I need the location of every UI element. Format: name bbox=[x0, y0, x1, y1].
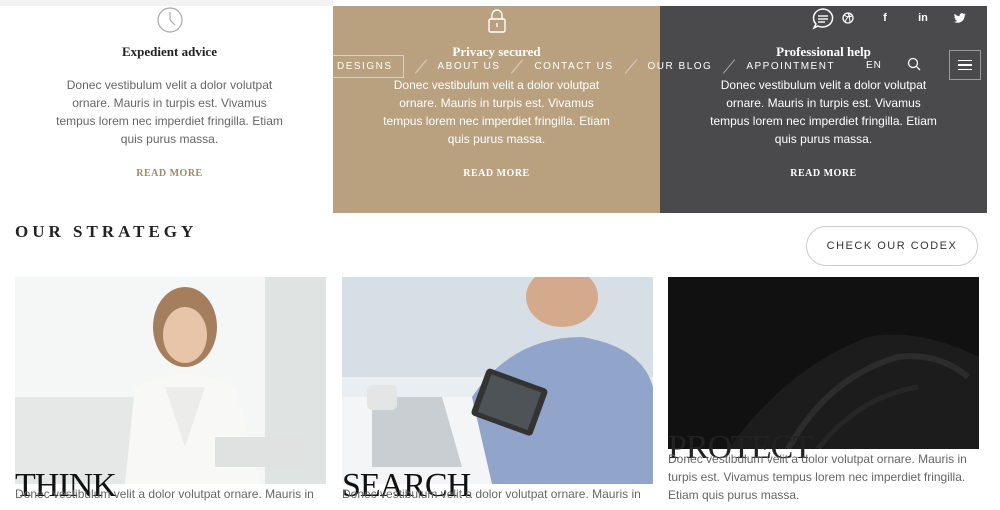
read-more-link[interactable]: READ MORE bbox=[660, 168, 987, 179]
feature-text: Donec vestibulum velit a dolor volutpat … bbox=[710, 78, 937, 146]
nav-separator bbox=[414, 58, 427, 74]
nav-item-appointment[interactable]: APPOINTMENT bbox=[746, 61, 835, 72]
card-text: Donec vestibulum velit a dolor volutpat … bbox=[342, 487, 641, 501]
hamburger-menu-button[interactable] bbox=[949, 50, 981, 80]
section-heading: OUR STRATEGY bbox=[15, 222, 198, 241]
dribbble-icon[interactable] bbox=[838, 10, 858, 26]
strategy-card-search[interactable]: SEARCH Donec vestibulum velit a dolor vo… bbox=[342, 277, 653, 503]
nav-separator bbox=[624, 58, 637, 74]
menu-line bbox=[958, 64, 972, 66]
nav-item-designs[interactable]: DESIGNS bbox=[332, 54, 404, 78]
nav-item-our-blog[interactable]: OUR BLOG bbox=[648, 61, 713, 72]
check-codex-button[interactable]: CHECK OUR CODEX bbox=[806, 226, 978, 266]
menu-line bbox=[958, 59, 972, 62]
facebook-icon[interactable]: f bbox=[875, 10, 895, 26]
feature-expedient-advice: Expedient advice Donec vestibulum velit … bbox=[6, 6, 333, 213]
feature-title: Expedient advice bbox=[122, 44, 217, 59]
read-more-link[interactable]: READ MORE bbox=[333, 168, 660, 179]
nav-separator bbox=[511, 58, 524, 74]
main-nav: DESIGNS ABOUT US CONTACT US OUR BLOG APP… bbox=[332, 54, 835, 78]
nav-item-about-us[interactable]: ABOUT US bbox=[438, 61, 501, 72]
read-more-link[interactable]: READ MORE bbox=[6, 168, 333, 179]
padlock-icon bbox=[487, 9, 506, 33]
feature-text: Donec vestibulum velit a dolor volutpat … bbox=[383, 78, 610, 146]
nav-item-contact-us[interactable]: CONTACT US bbox=[534, 61, 613, 72]
menu-line bbox=[958, 68, 972, 71]
search-icon[interactable] bbox=[907, 57, 921, 71]
twitter-icon[interactable] bbox=[950, 10, 970, 26]
clock-icon bbox=[156, 7, 183, 33]
card-text: Donec vestibulum velit a dolor volutpat … bbox=[668, 452, 967, 502]
man-with-tablet-photo bbox=[342, 277, 653, 484]
language-selector[interactable]: EN bbox=[866, 60, 882, 71]
feature-privacy-secured: Privacy secured Donec vestibulum velit a… bbox=[333, 6, 660, 213]
linkedin-icon[interactable]: in bbox=[913, 10, 933, 26]
feature-professional-help: Professional help Donec vestibulum velit… bbox=[660, 6, 987, 213]
strategy-card-think[interactable]: THINK Donec vestibulum velit a dolor vol… bbox=[15, 277, 326, 503]
book-pages-photo bbox=[668, 277, 979, 449]
nav-separator bbox=[723, 58, 736, 74]
card-text: Donec vestibulum velit a dolor volutpat … bbox=[15, 487, 314, 501]
feature-text: Donec vestibulum velit a dolor volutpat … bbox=[56, 78, 283, 146]
strategy-card-protect[interactable]: PROTECT Donec vestibulum velit a dolor v… bbox=[668, 277, 979, 502]
chat-bubble-icon bbox=[812, 8, 834, 30]
businesswoman-photo bbox=[15, 277, 326, 484]
